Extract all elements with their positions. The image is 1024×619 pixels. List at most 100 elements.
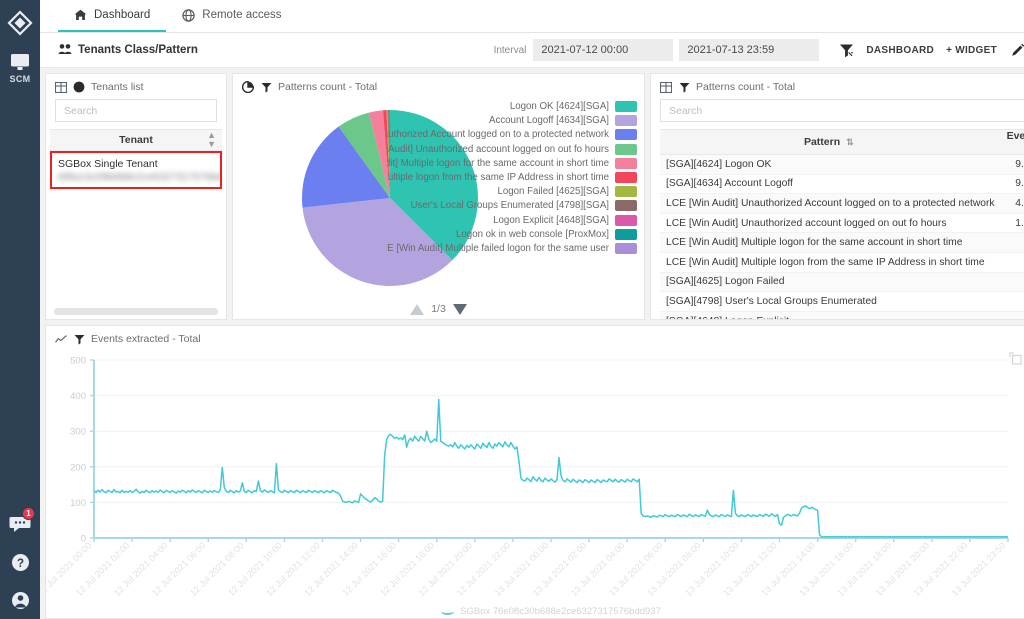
help-icon[interactable]: ? <box>8 551 32 573</box>
cell-events: 9.520 <box>1000 154 1024 175</box>
legend-item-label: [ProxMox] Logon ok in web console <box>456 228 609 240</box>
application-window: SCM 1 ? Dashboard Remote access Tenants … <box>0 0 1024 619</box>
table-header-row: Pattern ⇅ Events ⇅ <box>660 129 1024 155</box>
legend-item-label: LCE [Win Audit] Multiple logon for the s… <box>387 157 609 169</box>
legend-item[interactable]: [SGA][4798] User's Local Groups Enumerat… <box>387 200 637 212</box>
tab-bar: Dashboard Remote access <box>40 0 1024 33</box>
cell-events: 62 <box>1000 291 1024 312</box>
legend-item[interactable]: [SGA][4624] Logon OK <box>387 101 637 112</box>
svg-text:?: ? <box>16 557 23 569</box>
table-icon[interactable] <box>55 81 67 93</box>
filter-icon[interactable] <box>260 81 272 93</box>
patterns-search-input[interactable] <box>660 99 1024 122</box>
legend-item[interactable]: LCE [Win Audit] Multiple failed logon fo… <box>387 242 637 254</box>
y-axis-tick-label: 300 <box>70 427 86 438</box>
widget-title: Tenants list <box>91 81 144 93</box>
pencil-icon[interactable] <box>1011 43 1024 57</box>
table-row[interactable]: LCE [Win Audit] Multiple logon from the … <box>660 252 1024 273</box>
cell-events: 4.269 <box>1000 193 1024 214</box>
cell-pattern: [SGA][4648] Logon Explicit <box>660 311 1001 319</box>
sort-icon[interactable]: ⇅ <box>846 137 854 147</box>
legend-item[interactable]: [SGA][4625] Logon Failed <box>387 186 637 198</box>
tenant-column-header[interactable]: Tenant ▲ ▼ <box>50 129 222 151</box>
tenants-icon <box>58 43 72 58</box>
cell-pattern: [SGA][4798] User's Local Groups Enumerat… <box>660 291 1001 312</box>
cell-events: 162 <box>1000 252 1024 273</box>
legend-item-label: [SGA][4625] Logon Failed <box>497 186 609 198</box>
sort-icon[interactable]: ▲ ▼ <box>207 131 216 149</box>
y-axis-tick-label: 100 <box>70 498 86 509</box>
tab-dashboard[interactable]: Dashboard <box>58 0 167 32</box>
line-series[interactable] <box>93 398 1009 538</box>
legend-color-swatch <box>615 115 637 127</box>
cell-pattern: LCE [Win Audit] Multiple logon from the … <box>660 252 1001 273</box>
legend-item[interactable]: LCE [Win Audit] Unauthorized account log… <box>387 143 637 155</box>
tenant-uuid: 68fa13c09b688e2ce6327317576bdd937 <box>58 171 220 183</box>
table-row[interactable]: LCE [Win Audit] Unauthorized account log… <box>660 213 1024 234</box>
legend-item[interactable]: [ProxMox] Logon ok in web console <box>387 228 637 240</box>
line-chart[interactable]: 010020030040050012 Jul 2021 00:0012 Jul … <box>46 348 1014 610</box>
tenants-search-input[interactable] <box>55 99 217 122</box>
interval-label: Interval <box>493 44 527 56</box>
interval-to-input[interactable] <box>679 39 820 61</box>
widget-title: Patterns count - Total <box>278 81 378 93</box>
dashboard-content: Tenants list Tenant ▲▼ SGBox Single Tena… <box>40 68 1024 619</box>
legend-color-swatch <box>615 214 637 226</box>
filter-icon[interactable] <box>839 43 854 58</box>
events-extracted-widget: Events extracted - Total 0 100 200 300 4… <box>45 325 1024 619</box>
column-label: Events <box>1006 130 1024 142</box>
sidebar-item-scm[interactable]: SCM <box>0 52 40 84</box>
pie-icon[interactable] <box>242 81 254 93</box>
pie-legend: [SGA][4624] Logon OK [SGA][4634] Account … <box>387 101 637 254</box>
legend-item-label: [SGA][4634] Account Logoff <box>489 115 609 127</box>
y-axis-tick-label: 400 <box>70 391 86 402</box>
legend-color-swatch <box>615 157 637 169</box>
legend-item[interactable]: [SGA][4634] Account Logoff <box>387 115 637 127</box>
tab-remote-access[interactable]: Remote access <box>166 0 297 32</box>
table-row[interactable]: [SGA][4634] Account Logoff9.079 <box>660 174 1024 195</box>
legend-marker <box>441 608 455 615</box>
table-row[interactable]: [SGA][4798] User's Local Groups Enumerat… <box>660 291 1024 312</box>
tenants-horizontal-scrollbar[interactable] <box>54 308 218 315</box>
triangle-up-icon[interactable] <box>410 303 425 315</box>
patterns-pie-header: Patterns count - Total <box>233 74 644 98</box>
table-row[interactable]: LCE [Win Audit] Unauthorized Account log… <box>660 193 1024 214</box>
patterns-pie-widget: Patterns count - Total [SGA][4624] Logon… <box>232 73 645 320</box>
table-row[interactable]: LCE [Win Audit] Multiple logon for the s… <box>660 232 1024 253</box>
user-icon[interactable] <box>8 589 32 611</box>
legend-item[interactable]: LCE [Win Audit] Unauthorized Account log… <box>387 129 637 141</box>
page-title-text: Tenants Class/Pattern <box>78 44 198 56</box>
add-widget-button[interactable]: + WIDGET <box>946 45 997 56</box>
table-row[interactable]: [SGA][4624] Logon OK9.520 <box>660 154 1024 175</box>
cell-events: 9.079 <box>1000 174 1024 195</box>
legend-item-label: [SGA][4624] Logon OK <box>509 101 609 112</box>
legend-item[interactable]: LCE [Win Audit] Multiple logon from the … <box>387 171 637 183</box>
patterns-table-wrap: Pattern ⇅ Events ⇅ [SGA][4624] Logon <box>660 129 1024 319</box>
line-chart-icon[interactable] <box>55 333 67 345</box>
interval-from-input[interactable] <box>533 39 674 61</box>
table-row[interactable]: [SGA][4648] Logon Explicit28 <box>660 311 1024 319</box>
legend-item-label: LCE [Win Audit] Unauthorized account log… <box>387 143 609 155</box>
pie-icon[interactable] <box>73 81 85 93</box>
filter-icon[interactable] <box>73 333 85 345</box>
monitor-icon <box>9 52 31 72</box>
pie-legend-pager: 1/3 <box>233 303 644 315</box>
legend-item[interactable]: LCE [Win Audit] Multiple logon for the s… <box>387 157 637 169</box>
home-icon <box>74 9 87 22</box>
triangle-down-icon[interactable] <box>452 303 467 315</box>
column-header-pattern[interactable]: Pattern ⇅ <box>660 129 1001 155</box>
diamond-logo-icon[interactable] <box>5 8 35 38</box>
chat-icon[interactable]: 1 <box>8 507 35 535</box>
tenant-row-selected[interactable]: SGBox Single Tenant 68fa13c09b688e2ce632… <box>50 151 222 189</box>
left-nav-rail: SCM 1 ? <box>0 0 40 619</box>
cell-events: 70 <box>1000 272 1024 293</box>
main-area: Dashboard Remote access Tenants Class/Pa… <box>40 0 1024 619</box>
tab-label: Remote access <box>202 9 282 21</box>
dashboard-button[interactable]: DASHBOARD <box>866 45 934 56</box>
legend-item[interactable]: [SGA][4648] Logon Explicit <box>387 214 637 226</box>
table-icon[interactable] <box>660 81 672 93</box>
filter-icon[interactable] <box>678 81 690 93</box>
column-header-events[interactable]: Events ⇅ <box>1000 129 1024 155</box>
tenant-column-label: Tenant <box>119 134 153 146</box>
table-row[interactable]: [SGA][4625] Logon Failed70 <box>660 272 1024 293</box>
